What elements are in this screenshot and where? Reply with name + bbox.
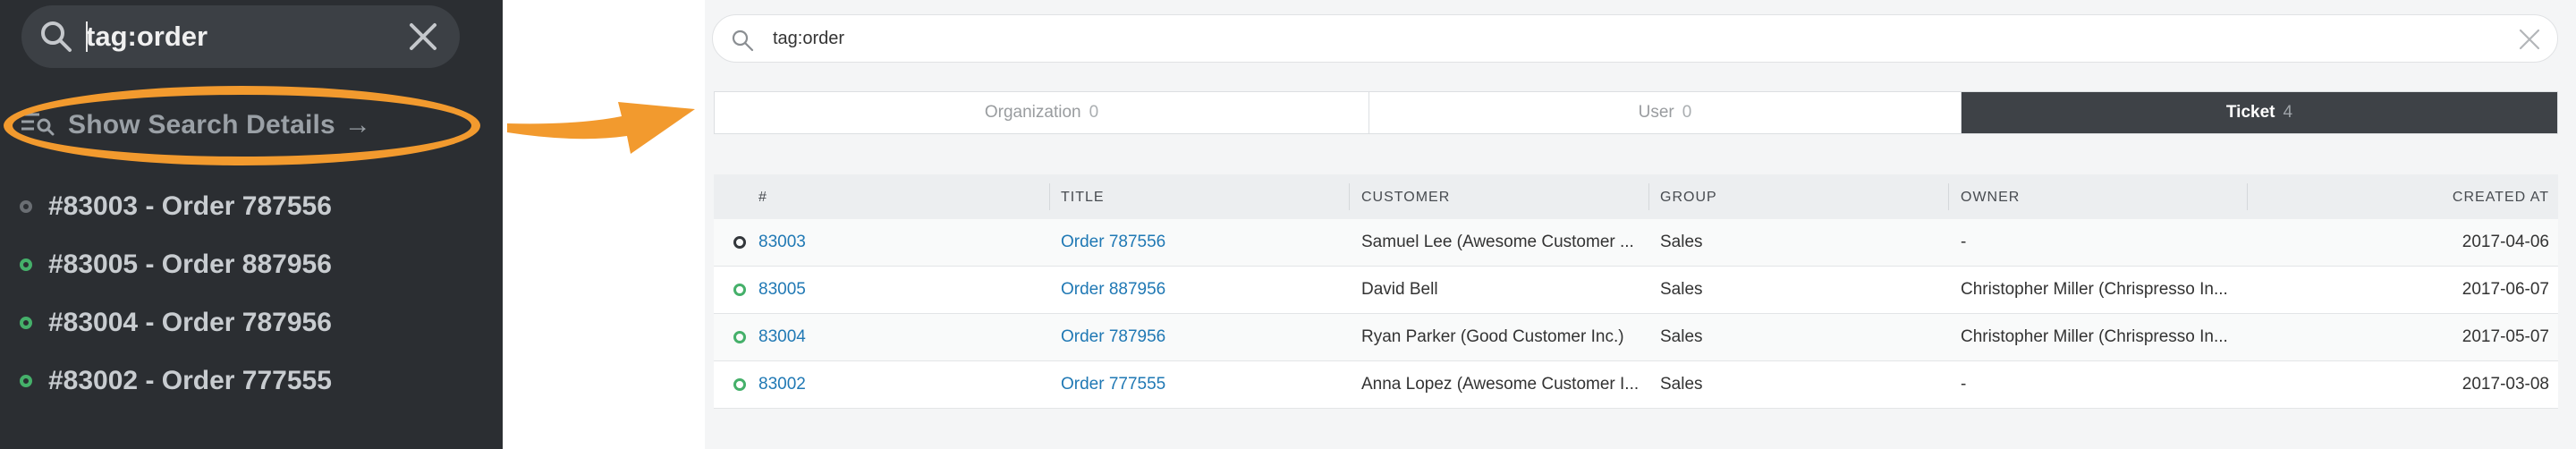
ticket-title-link[interactable]: Order 787556	[1061, 233, 1165, 252]
ticket-customer: Samuel Lee (Awesome Customer ...	[1361, 233, 1634, 251]
tab-label: Organization	[984, 103, 1081, 122]
sidebar-result-item[interactable]: #83002 - Order 777555	[20, 352, 332, 410]
column-header-customer[interactable]: CUSTOMER	[1361, 190, 1450, 206]
column-divider[interactable]	[1948, 183, 1949, 210]
ticket-title-link[interactable]: Order 787956	[1061, 327, 1165, 347]
ticket-state-open-icon	[20, 374, 32, 387]
ticket-created-at: 2017-06-07	[2462, 280, 2549, 299]
ticket-state-closed-icon	[20, 199, 32, 213]
tab-user[interactable]: User 0	[1369, 92, 1962, 133]
tab-label: User	[1638, 103, 1674, 122]
ticket-state-open-icon	[733, 331, 746, 343]
column-header-number[interactable]: #	[758, 190, 767, 206]
close-icon[interactable]	[2518, 28, 2541, 55]
ticket-customer: David Bell	[1361, 280, 1438, 299]
column-divider[interactable]	[1648, 183, 1649, 210]
search-icon	[731, 29, 754, 56]
close-icon[interactable]	[408, 21, 438, 56]
ticket-customer: Ryan Parker (Good Customer Inc.)	[1361, 327, 1624, 346]
sidebar-search-bar[interactable]: tag:order	[21, 5, 460, 68]
search-bar[interactable]: tag:order	[712, 14, 2558, 63]
ticket-owner: Christopher Miller (Chrispresso In...	[1961, 280, 2228, 299]
ticket-state-open-icon	[20, 316, 32, 329]
ticket-results-table: # TITLE CUSTOMER GROUP OWNER CREATED AT …	[714, 174, 2558, 409]
sidebar-result-label: #83002 - Order 777555	[48, 365, 332, 395]
ticket-created-at: 2017-05-07	[2462, 327, 2549, 346]
tab-count: 0	[1089, 103, 1099, 122]
tab-label: Ticket	[2225, 103, 2275, 122]
column-header-owner[interactable]: OWNER	[1961, 190, 2020, 206]
tab-organization[interactable]: Organization 0	[715, 92, 1369, 133]
highlight-ellipse-callout	[4, 86, 480, 165]
sidebar-result-label: #83003 - Order 787556	[48, 191, 332, 221]
ticket-state-open-icon	[733, 378, 746, 391]
column-divider[interactable]	[2247, 183, 2248, 210]
sidebar-result-list: #83003 - Order 787556 #83005 - Order 887…	[20, 177, 332, 410]
sidebar-result-label: #83005 - Order 887956	[48, 249, 332, 279]
column-header-created-at[interactable]: CREATED AT	[2453, 190, 2549, 206]
ticket-number-link[interactable]: 83004	[758, 327, 806, 347]
ticket-customer: Anna Lopez (Awesome Customer I...	[1361, 375, 1640, 394]
ticket-group: Sales	[1660, 280, 1703, 299]
ticket-owner: -	[1961, 375, 1967, 394]
ticket-group: Sales	[1660, 375, 1703, 394]
search-icon	[39, 20, 73, 58]
sidebar-result-item[interactable]: #83005 - Order 887956	[20, 235, 332, 293]
ticket-created-at: 2017-03-08	[2462, 375, 2549, 394]
ticket-state-open-icon	[733, 284, 746, 296]
ticket-owner: Christopher Miller (Chrispresso In...	[1961, 327, 2228, 346]
callout-arrow-icon	[507, 102, 695, 154]
ticket-created-at: 2017-04-06	[2462, 233, 2549, 251]
ticket-number-link[interactable]: 83003	[758, 233, 806, 252]
tab-count: 0	[1682, 103, 1692, 122]
tab-ticket[interactable]: Ticket 4	[1962, 92, 2557, 133]
ticket-title-link[interactable]: Order 887956	[1061, 280, 1165, 300]
result-type-tabs: Organization 0 User 0 Ticket 4	[714, 91, 2558, 134]
sidebar-search-input[interactable]: tag:order	[86, 20, 208, 54]
ticket-number-link[interactable]: 83002	[758, 375, 806, 394]
column-header-group[interactable]: GROUP	[1660, 190, 1717, 206]
ticket-state-closed-icon	[733, 236, 746, 249]
search-results-view: tag:order Organization 0 User 0 Ticket 4…	[705, 0, 2576, 449]
column-divider[interactable]	[1349, 183, 1350, 210]
ticket-number-link[interactable]: 83005	[758, 280, 806, 300]
left-sidebar-panel: tag:order Show Search Details → #83003 -…	[0, 0, 503, 449]
ticket-owner: -	[1961, 233, 1967, 251]
sidebar-result-label: #83004 - Order 787956	[48, 307, 332, 337]
sidebar-result-item[interactable]: #83003 - Order 787556	[20, 177, 332, 235]
tab-count: 4	[2283, 103, 2293, 122]
ticket-group: Sales	[1660, 327, 1703, 346]
table-row[interactable]: 83005 Order 887956 David Bell Sales Chri…	[714, 267, 2558, 314]
ticket-title-link[interactable]: Order 777555	[1061, 375, 1165, 394]
column-divider[interactable]	[1049, 183, 1050, 210]
table-row[interactable]: 83003 Order 787556 Samuel Lee (Awesome C…	[714, 219, 2558, 267]
table-row[interactable]: 83004 Order 787956 Ryan Parker (Good Cus…	[714, 314, 2558, 361]
ticket-group: Sales	[1660, 233, 1703, 251]
table-header-row: # TITLE CUSTOMER GROUP OWNER CREATED AT	[714, 174, 2558, 219]
column-header-title[interactable]: TITLE	[1061, 190, 1105, 206]
ticket-state-open-icon	[20, 258, 32, 271]
table-row[interactable]: 83002 Order 777555 Anna Lopez (Awesome C…	[714, 361, 2558, 409]
sidebar-result-item[interactable]: #83004 - Order 787956	[20, 293, 332, 352]
search-input[interactable]: tag:order	[773, 29, 844, 49]
